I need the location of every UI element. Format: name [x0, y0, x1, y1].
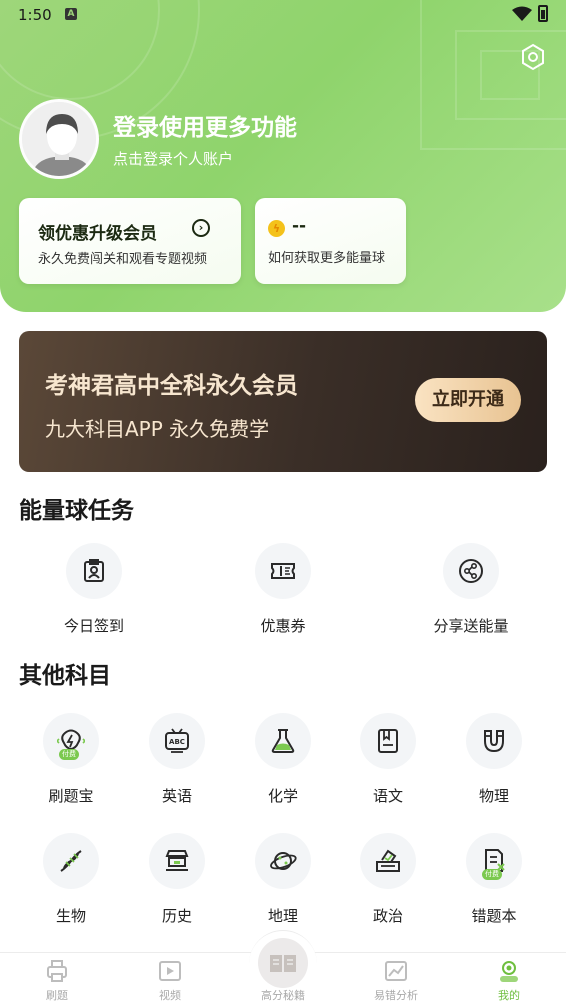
vip-card-title: 领优惠升级会员: [38, 224, 157, 244]
subject-icon-wrap: [255, 833, 311, 889]
subject-wrong-notebook[interactable]: 付费 错题本: [439, 833, 549, 926]
temple-icon: [165, 850, 189, 871]
banner-title: 考神君高中全科永久会员: [45, 373, 298, 399]
tab-label: 高分秘籍: [261, 989, 305, 1002]
subject-chinese[interactable]: 语文: [333, 713, 443, 806]
book-icon: [378, 729, 398, 753]
task-label: 优惠券: [260, 617, 306, 635]
magnet-icon: [484, 730, 504, 753]
task-share-icon-wrap: [443, 543, 499, 599]
tab-analysis[interactable]: 易错分析: [356, 958, 436, 1003]
ballot-box-icon: [376, 849, 400, 872]
status-time: 1:50: [18, 6, 52, 24]
subject-icon-wrap: 付费: [466, 833, 522, 889]
subject-icon-wrap: ABC: [149, 713, 205, 769]
energy-ball-card[interactable]: ϟ -- 如何获取更多能量球: [255, 198, 406, 284]
planet-icon: [270, 852, 297, 870]
battery-icon: [538, 5, 548, 22]
task-checkin[interactable]: 今日签到: [39, 543, 149, 636]
subject-icon-wrap: 付费: [43, 713, 99, 769]
subject-biology[interactable]: 生物: [16, 833, 126, 926]
tab-mine[interactable]: 我的: [469, 958, 549, 1003]
tab-label: 刷题: [46, 989, 68, 1002]
tab-shuati[interactable]: 刷题: [17, 958, 97, 1003]
subject-label: 政治: [372, 907, 403, 925]
paid-badge: 付费: [482, 869, 502, 880]
subject-icon-wrap: [360, 713, 416, 769]
subject-icon-wrap: [43, 833, 99, 889]
svg-text:ABC: ABC: [169, 738, 185, 746]
subject-geography[interactable]: 地理: [228, 833, 338, 926]
tab-secrets[interactable]: 高分秘籍: [243, 958, 323, 1003]
subject-label: 刷题宝: [48, 787, 94, 805]
task-share[interactable]: 分享送能量: [416, 543, 526, 636]
subject-icon-wrap: [255, 713, 311, 769]
vip-card-subtitle: 永久免费闯关和观看专题视频: [38, 252, 208, 267]
subject-icon-wrap: [360, 833, 416, 889]
profile-icon: [500, 961, 518, 982]
avatar[interactable]: [19, 99, 99, 179]
subject-label: 化学: [267, 787, 298, 805]
login-title[interactable]: 登录使用更多功能: [113, 108, 297, 142]
calendar-check-icon: [84, 559, 104, 582]
subject-politics[interactable]: 政治: [333, 833, 443, 926]
task-coupon-icon-wrap: [255, 543, 311, 599]
subject-label: 历史: [161, 907, 192, 925]
status-bar: 1:50 A: [0, 0, 566, 30]
task-coupon[interactable]: 优惠券: [228, 543, 338, 636]
subject-physics[interactable]: 物理: [439, 713, 549, 806]
notification-a-icon: A: [65, 8, 77, 20]
energy-ball-value: --: [292, 216, 307, 236]
dna-icon: [60, 850, 82, 872]
other-subjects-title: 其他科目: [19, 663, 111, 689]
banner-subtitle: 九大科目APP 永久免费学: [45, 417, 270, 441]
vip-upgrade-card[interactable]: 领优惠升级会员 › 永久免费闯关和观看专题视频: [19, 198, 241, 284]
wifi-icon: [512, 6, 532, 21]
chart-icon: [385, 961, 407, 981]
energy-tasks-title: 能量球任务: [19, 498, 134, 524]
open-vip-button[interactable]: 立即开通: [415, 378, 521, 422]
tab-video[interactable]: 视频: [130, 958, 210, 1003]
task-label: 分享送能量: [433, 617, 509, 635]
subject-english[interactable]: ABC 英语: [122, 713, 232, 806]
task-checkin-icon-wrap: [66, 543, 122, 599]
login-subtitle[interactable]: 点击登录个人账户: [113, 148, 233, 169]
printer-icon: [47, 960, 67, 982]
abc-tv-icon: ABC: [165, 728, 189, 753]
task-label: 今日签到: [63, 617, 124, 635]
tab-secrets-spacer: [270, 958, 296, 984]
subject-label: 物理: [478, 787, 509, 805]
subject-chemistry[interactable]: 化学: [228, 713, 338, 806]
subject-label: 生物: [55, 907, 86, 925]
subject-icon-wrap: [466, 713, 522, 769]
energy-card-subtitle: 如何获取更多能量球: [268, 251, 386, 266]
share-icon: [459, 559, 483, 583]
tab-label: 我的: [498, 989, 520, 1002]
video-icon: [159, 961, 181, 981]
subject-icon-wrap: [149, 833, 205, 889]
subject-label: 错题本: [471, 907, 517, 925]
settings-icon[interactable]: [519, 43, 547, 71]
chevron-right-icon: ›: [192, 219, 210, 237]
subject-label: 语文: [372, 787, 403, 805]
subject-shuatibao[interactable]: 付费 刷题宝: [16, 713, 126, 806]
tab-label: 易错分析: [374, 989, 418, 1002]
subject-label: 英语: [161, 787, 192, 805]
energy-ball-icon: ϟ: [268, 220, 285, 237]
subject-history[interactable]: 历史: [122, 833, 232, 926]
coupon-icon: [271, 563, 295, 579]
subject-label: 地理: [267, 907, 298, 925]
flask-icon: [271, 729, 295, 753]
tab-label: 视频: [159, 989, 181, 1002]
vip-banner[interactable]: 考神君高中全科永久会员 九大科目APP 永久免费学 立即开通: [19, 331, 547, 472]
paid-badge: 付费: [59, 749, 79, 760]
